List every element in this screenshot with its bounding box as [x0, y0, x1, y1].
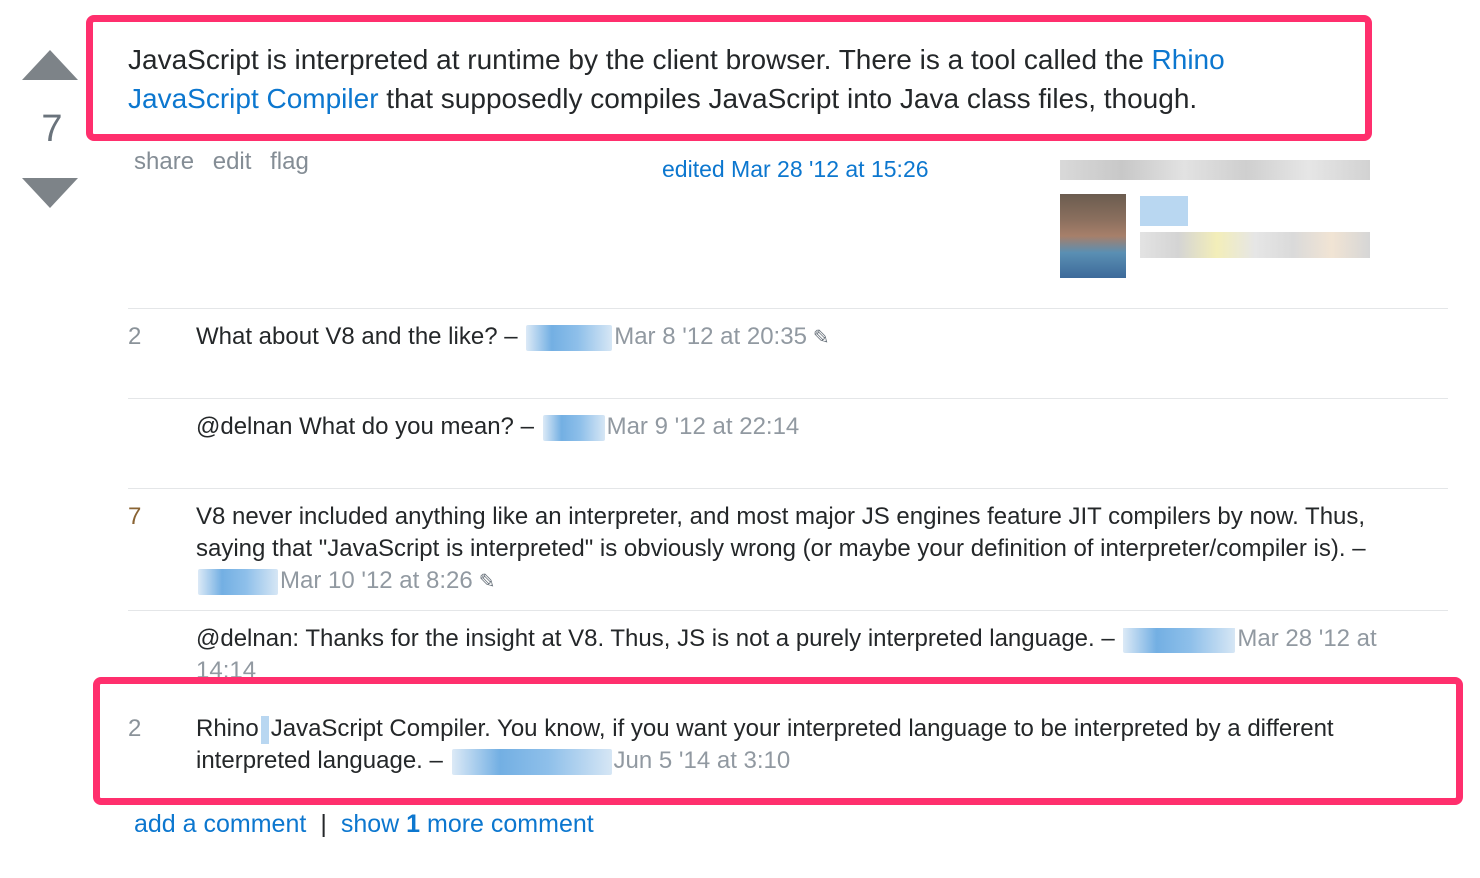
upvote-arrow-icon[interactable]	[22, 50, 78, 80]
comment-text: @delnan: Thanks for the insight at V8. T…	[196, 628, 1122, 652]
comment-1: What about V8 and the like? – Mar 8 '12 …	[196, 321, 1436, 354]
comment-divider	[128, 398, 1448, 399]
edited-timestamp-link[interactable]: edited Mar 28 '12 at 15:26	[662, 156, 929, 183]
comment-user-link[interactable]	[198, 568, 278, 595]
user-card-blurred[interactable]	[1060, 160, 1370, 278]
answer-text-before: JavaScript is interpreted at runtime by …	[128, 44, 1152, 75]
comment-score: 2	[128, 323, 142, 350]
post-menu: share edit flag	[134, 148, 321, 176]
add-comment-link[interactable]: add a comment	[134, 810, 306, 838]
show-suffix: more comment	[420, 810, 594, 838]
comments-divider	[128, 308, 1448, 309]
show-count: 1	[406, 810, 421, 838]
comment-user-link[interactable]	[542, 414, 605, 441]
comment-user-link[interactable]	[451, 748, 612, 775]
comment-2: @delnan What do you mean? – Mar 9 '12 at…	[196, 411, 1436, 443]
comment-4: @delnan: Thanks for the insight at V8. T…	[196, 628, 1436, 680]
comment-score: 7	[128, 503, 142, 530]
comment-text: V8 never included anything like an inter…	[196, 503, 1366, 562]
comment-date[interactable]: Jun 5 '14 at 3:10	[614, 747, 791, 774]
comment-text: What about V8 and the like? –	[196, 323, 525, 350]
comment-text: @delnan What do you mean? –	[196, 413, 541, 440]
edit-link[interactable]: edit	[213, 148, 252, 175]
comment-score: 2	[128, 715, 142, 742]
share-link[interactable]: share	[134, 148, 194, 175]
answer-text: JavaScript is interpreted at runtime by …	[128, 40, 1338, 118]
show-prefix: show	[340, 810, 407, 838]
pencil-icon: ✎	[478, 571, 496, 593]
show-more-comments-link[interactable]: show 1 more comment	[341, 810, 594, 838]
vote-count: 7	[41, 108, 63, 150]
comment-date[interactable]: Mar 8 '12 at 20:35	[614, 323, 807, 350]
flag-link[interactable]: flag	[270, 148, 309, 175]
comment-date[interactable]: Mar 9 '12 at 22:14	[607, 413, 800, 440]
comment-5: Rhino JavaScript Compiler. You know, if y…	[196, 713, 1436, 777]
downvote-arrow-icon[interactable]	[22, 178, 78, 208]
comment-user-link[interactable]	[526, 324, 613, 351]
comment-date[interactable]: Mar 10 '12 at 8:26	[280, 567, 473, 594]
pencil-icon: ✎	[812, 327, 830, 349]
avatar	[1060, 194, 1126, 278]
comment-3: V8 never included anything like an inter…	[196, 501, 1436, 598]
footer-separator: |	[320, 810, 327, 838]
comment-footer: add a comment | show 1 more comment	[134, 810, 594, 839]
comment-divider	[128, 488, 1448, 489]
answer-text-after: that supposedly compiles JavaScript into…	[378, 83, 1198, 114]
text-cursor-marker	[260, 715, 269, 744]
comment-divider	[128, 610, 1448, 611]
comment-user-link[interactable]	[1123, 628, 1236, 653]
comment-text-rhino: Rhino	[196, 715, 259, 742]
